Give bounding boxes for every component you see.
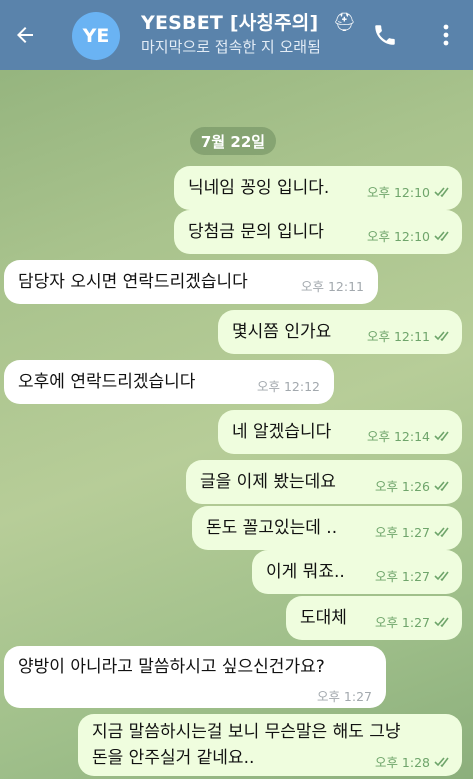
message-time: 오후 1:28 [374, 755, 430, 770]
message-text: 네 알겠습니다 [232, 422, 332, 442]
message-outgoing[interactable]: 이게 뭐죠.. 오후 1:27 [252, 550, 462, 594]
message-incoming[interactable]: 양방이 아니라고 말씀하시고 싶으신건가요? 오후 1:27 [4, 646, 386, 708]
message-time: 오후 1:27 [374, 615, 430, 630]
message-text: 돈도 꼴고있는데 .. [206, 518, 338, 538]
chat-title: YESBET [사칭주의] [141, 12, 319, 34]
double-check-icon [434, 617, 449, 627]
message-meta: 오후 1:28 [375, 752, 452, 771]
message-outgoing[interactable]: 지금 말씀하시는걸 보니 무슨말은 해도 그냥 돈을 안주실거 같네요.. 오후… [78, 714, 462, 776]
message-time: 오후 1:27 [374, 569, 430, 584]
message-text: 당첨금 문의 입니다 [188, 222, 324, 242]
message-time: 오후 1:26 [374, 479, 430, 494]
back-arrow-icon [17, 27, 33, 43]
call-button[interactable] [372, 22, 398, 48]
message-meta: 오후 12:14 [367, 426, 452, 445]
message-meta: 오후 12:11 [301, 276, 364, 295]
double-check-icon [434, 571, 449, 581]
message-time: 오후 12:11 [367, 329, 430, 344]
double-check-icon [434, 757, 449, 767]
message-text: 이게 뭐죠.. [266, 562, 345, 582]
message-text: 담당자 오시면 연락드리겠습니다 [18, 272, 248, 292]
message-time: 오후 12:12 [257, 379, 320, 394]
message-meta: 오후 12:12 [257, 376, 320, 395]
message-outgoing[interactable]: 닉네임 꽁잉 입니다. 오후 12:10 [174, 166, 462, 210]
message-list[interactable]: 7월 22일 닉네임 꽁잉 입니다. 오후 12:10 당첨금 문의 입니다 오… [0, 70, 473, 779]
more-vert-icon [443, 24, 449, 46]
chat-title-block[interactable]: YESBET [사칭주의] 마지막으로 접속한 지 오래됨 [141, 10, 351, 58]
message-text: 지금 말씀하시는걸 보니 무슨말은 해도 그냥 [92, 722, 401, 742]
double-check-icon [434, 481, 449, 491]
double-check-icon [434, 187, 449, 197]
message-text: 몇시쯤 인가요 [232, 322, 332, 342]
message-text: 글을 이제 봤는데요 [200, 472, 336, 492]
message-meta: 오후 1:26 [375, 476, 452, 495]
back-button[interactable] [10, 20, 40, 50]
message-outgoing[interactable]: 돈도 꼴고있는데 .. 오후 1:27 [192, 506, 462, 550]
message-meta: 오후 1:27 [375, 612, 452, 631]
message-meta: 오후 12:11 [367, 326, 452, 345]
avatar[interactable]: YE [72, 12, 120, 60]
message-meta: 오후 1:27 [375, 566, 452, 585]
message-incoming[interactable]: 오후에 연락드리겠습니다 오후 12:12 [4, 360, 334, 404]
message-time: 오후 12:10 [367, 229, 430, 244]
message-text: 양방이 아니라고 말씀하시고 싶으신건가요? [18, 657, 325, 677]
message-outgoing[interactable]: 도대체 오후 1:27 [286, 596, 462, 640]
message-outgoing[interactable]: 네 알겠습니다 오후 12:14 [218, 410, 462, 454]
chat-status: 마지막으로 접속한 지 오래됨 [141, 38, 321, 56]
message-incoming[interactable]: 담당자 오시면 연락드리겠습니다 오후 12:11 [4, 260, 378, 304]
message-text: 오후에 연락드리겠습니다 [18, 372, 196, 392]
message-text: 도대체 [300, 608, 347, 628]
more-options-button[interactable] [436, 22, 456, 48]
message-outgoing[interactable]: 몇시쯤 인가요 오후 12:11 [218, 310, 462, 354]
message-time: 오후 12:11 [301, 279, 364, 294]
double-check-icon [434, 331, 449, 341]
message-time: 오후 12:10 [367, 185, 430, 200]
message-meta: 오후 12:10 [367, 182, 452, 201]
message-outgoing[interactable]: 당첨금 문의 입니다 오후 12:10 [174, 210, 462, 254]
double-check-icon [434, 527, 449, 537]
message-text: 닉네임 꽁잉 입니다. [188, 178, 330, 198]
message-time: 오후 1:27 [316, 689, 372, 704]
double-check-icon [434, 231, 449, 241]
message-time: 오후 12:14 [367, 429, 430, 444]
double-check-icon [434, 431, 449, 441]
helmet-emoji-icon: ⛑ [333, 12, 356, 33]
message-text-line2: 돈을 안주실거 같네요.. [92, 748, 255, 768]
message-meta: 오후 1:27 [375, 522, 452, 541]
phone-icon [375, 25, 395, 45]
message-meta: 오후 12:10 [367, 226, 452, 245]
message-outgoing[interactable]: 글을 이제 봤는데요 오후 1:26 [186, 460, 462, 504]
chat-header: YE YESBET [사칭주의] 마지막으로 접속한 지 오래됨 ⛑ [0, 0, 473, 70]
message-meta: 오후 1:27 [317, 686, 372, 705]
message-time: 오후 1:27 [374, 525, 430, 540]
date-separator: 7월 22일 [190, 127, 276, 155]
